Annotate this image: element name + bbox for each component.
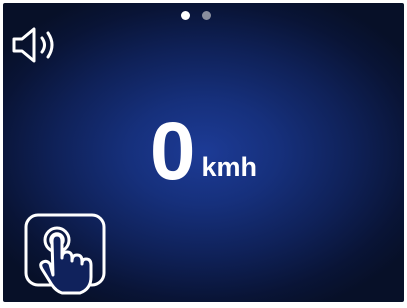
page-dot-2[interactable] bbox=[202, 11, 211, 20]
page-indicator bbox=[181, 11, 211, 20]
device-frame: 0 kmh bbox=[0, 0, 407, 308]
speed-readout: 0 kmh bbox=[3, 103, 404, 193]
touch-button[interactable] bbox=[22, 211, 108, 297]
speed-value: 0 bbox=[149, 106, 196, 197]
page-dot-1[interactable] bbox=[181, 11, 190, 20]
touch-gesture-icon bbox=[24, 213, 106, 295]
sound-button[interactable] bbox=[10, 25, 64, 65]
speaker-icon bbox=[12, 27, 54, 63]
speed-unit: kmh bbox=[201, 152, 258, 182]
display-screen: 0 kmh bbox=[3, 3, 404, 302]
